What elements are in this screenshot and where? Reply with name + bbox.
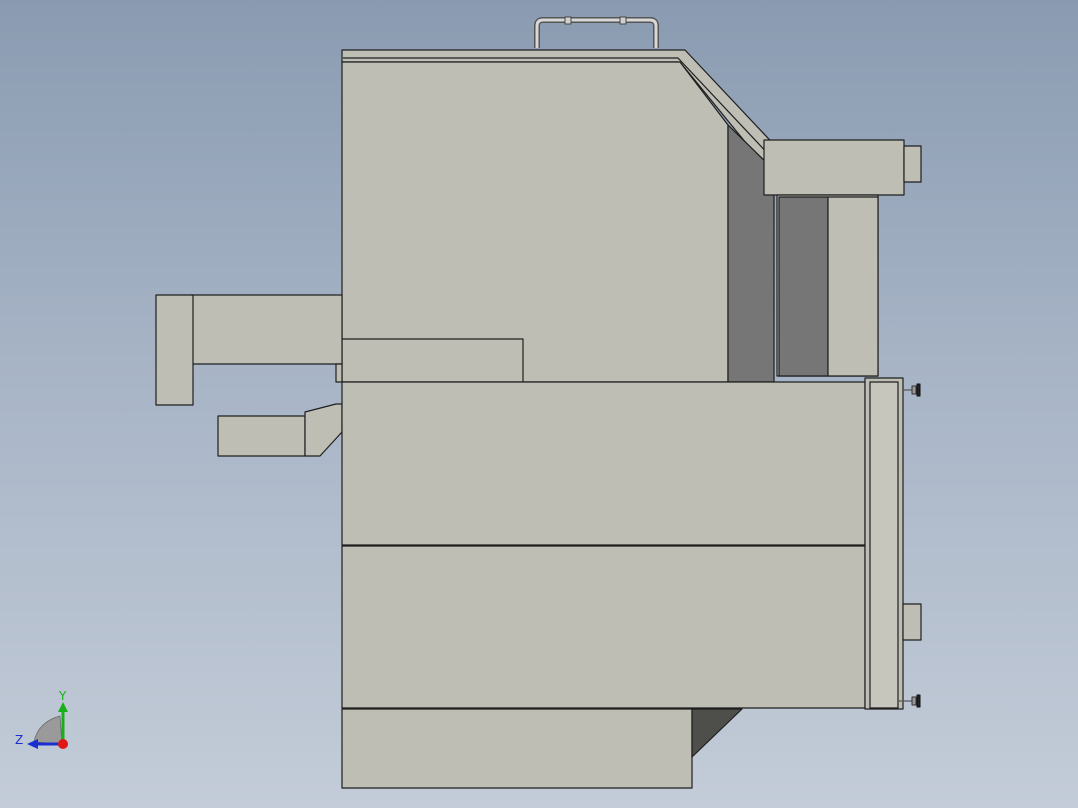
z-axis-arrow (27, 739, 38, 749)
left-spout-funnel[interactable] (304, 403, 343, 457)
base-shadow-wedge (691, 708, 743, 758)
upper-inset-panel[interactable] (341, 338, 524, 383)
cad-viewport[interactable]: Y Z (0, 0, 1078, 808)
left-arm-endcap[interactable] (155, 294, 194, 406)
coordinate-triad: Y Z (15, 689, 68, 749)
left-spout-body[interactable] (217, 415, 306, 457)
base-block[interactable] (341, 708, 693, 789)
top-handle[interactable] (534, 16, 659, 48)
side-door-hinge-block[interactable] (902, 603, 922, 641)
drawer-upper[interactable] (341, 381, 866, 546)
right-window-panel[interactable] (827, 196, 879, 377)
right-top-block[interactable] (763, 139, 905, 196)
machine-model[interactable] (155, 16, 922, 789)
knob-upper[interactable] (903, 383, 921, 397)
y-axis-label: Y (58, 689, 67, 703)
drawer-lower[interactable] (341, 545, 866, 709)
right-top-cap[interactable] (903, 145, 922, 183)
left-arm-body[interactable] (189, 294, 343, 365)
left-arm-bracket (335, 363, 343, 383)
x-axis-dot (58, 739, 68, 749)
triad-orbit-arc (33, 715, 63, 745)
y-axis-arrow (58, 702, 68, 712)
side-door-panel[interactable] (869, 381, 899, 709)
right-window-dark (778, 196, 829, 377)
upper-housing[interactable] (341, 61, 729, 383)
z-axis-label: Z (15, 733, 23, 747)
